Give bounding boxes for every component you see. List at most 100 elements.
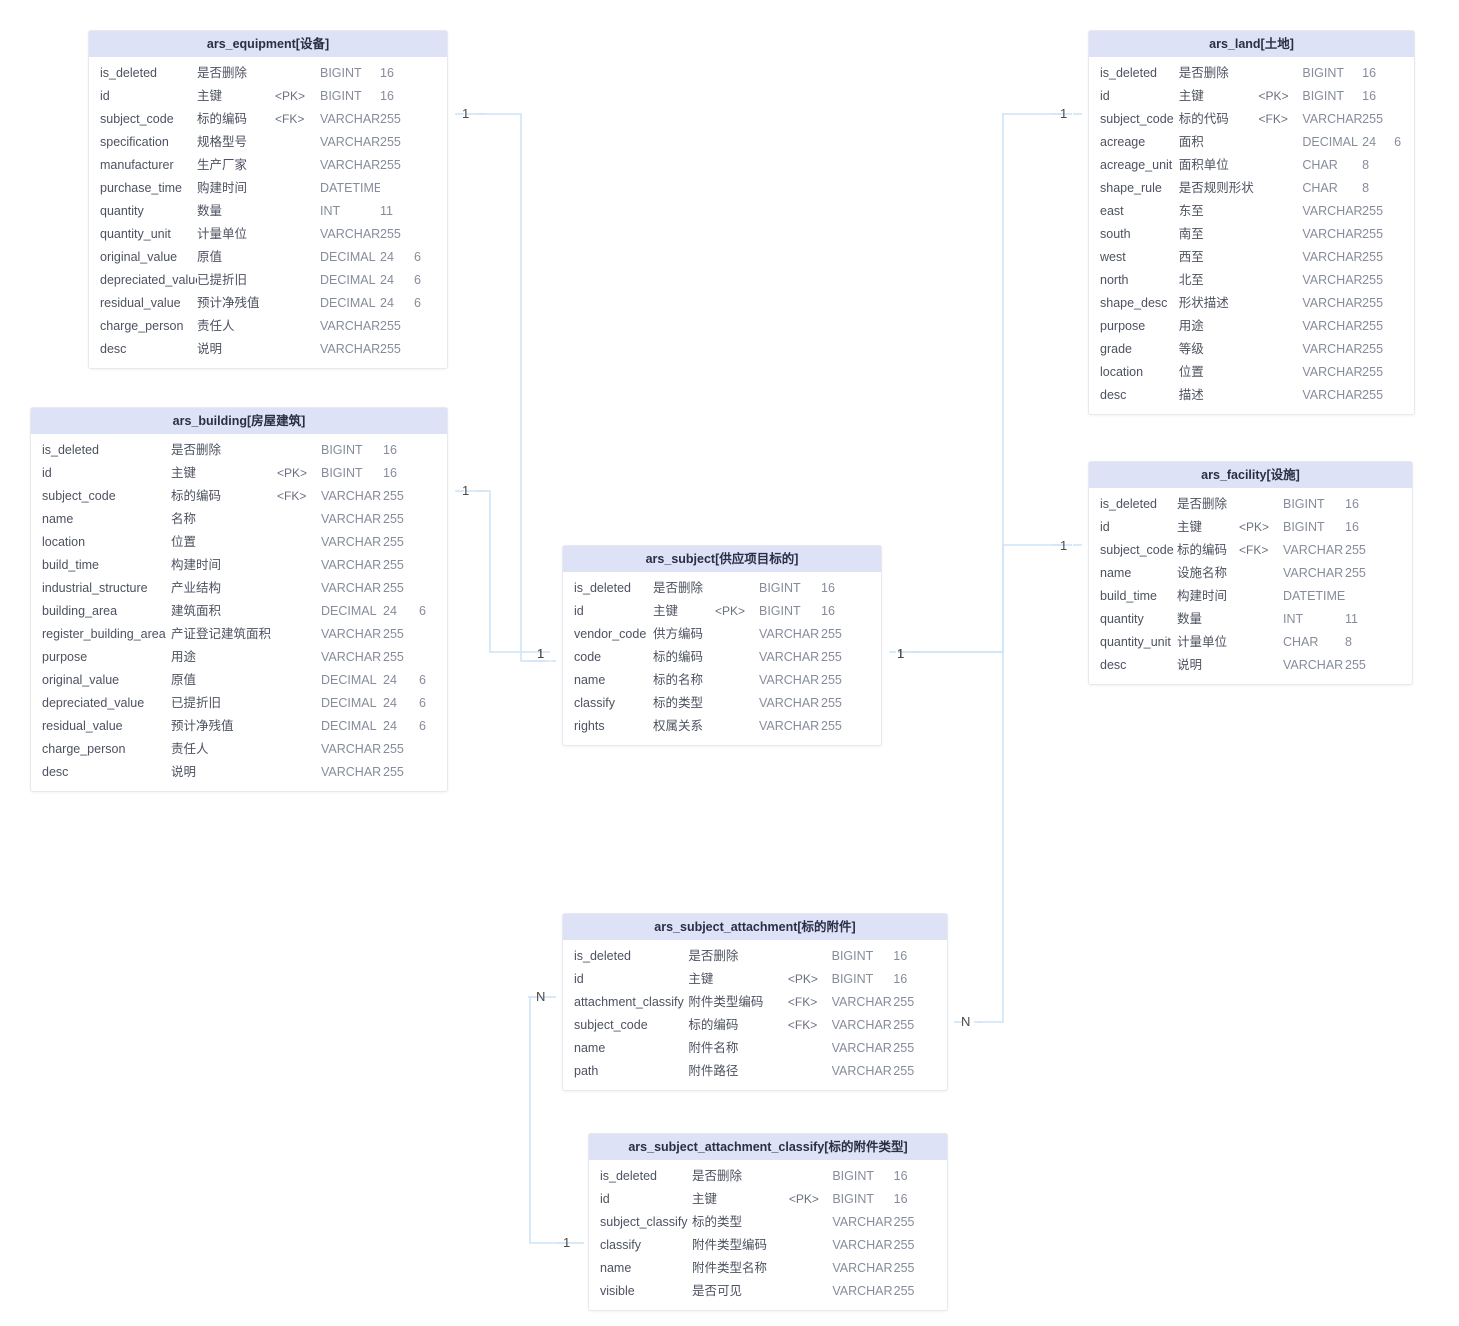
attribute-data-type: VARCHAR bbox=[321, 650, 382, 664]
attribute-field-name: visible bbox=[600, 1284, 635, 1298]
entity-ars_subject_attachment_classify[interactable]: ars_subject_attachment_classify[标的附件类型]i… bbox=[588, 1133, 948, 1311]
attribute-row[interactable]: visible 是否可见 VARCHAR 255 bbox=[589, 1280, 947, 1303]
attribute-row[interactable]: id 主键 <PK> BIGINT 16 bbox=[1089, 85, 1414, 108]
attribute-key-flag: <FK> bbox=[277, 489, 307, 503]
cardinality-label: N bbox=[536, 989, 546, 1004]
entity-ars_building[interactable]: ars_building[房屋建筑] is_deleted 是否删除 BIGINT 16… bbox=[30, 407, 448, 792]
attribute-row[interactable]: residual_value 预计净残值 DECIMAL 24 6 bbox=[31, 715, 447, 738]
attribute-row[interactable]: id 主键 <PK> BIGINT 16 bbox=[1089, 516, 1412, 539]
attribute-row[interactable]: location 位置 VARCHAR 255 bbox=[31, 531, 447, 554]
attribute-row[interactable]: id 主键 <PK> BIGINT 16 bbox=[89, 85, 447, 108]
attribute-row[interactable]: is_deleted 是否删除 BIGINT 16 bbox=[589, 1165, 947, 1188]
attribute-row[interactable]: register_building_area 产证登记建筑面积 VARCHAR 255 bbox=[31, 623, 447, 646]
attribute-row[interactable]: attachment_classify 附件类型编码 <FK> VARCHAR 255 bbox=[563, 991, 947, 1014]
attribute-row[interactable]: name 附件类型名称 VARCHAR 255 bbox=[589, 1257, 947, 1280]
attribute-row[interactable]: id 主键 <PK> BIGINT 16 bbox=[563, 968, 947, 991]
attribute-length: 255 bbox=[383, 512, 404, 526]
attribute-field-name: is_deleted bbox=[600, 1169, 657, 1183]
attribute-field-name: id bbox=[100, 89, 110, 103]
attribute-row[interactable]: id 主键 <PK> BIGINT 16 bbox=[31, 462, 447, 485]
attribute-field-name: desc bbox=[1100, 388, 1127, 402]
attribute-row[interactable]: purchase_time 购建时间 DATETIME bbox=[89, 177, 447, 200]
attribute-row[interactable]: shape_rule 是否规则形状 CHAR 8 bbox=[1089, 177, 1414, 200]
attribute-row[interactable]: original_value 原值 DECIMAL 24 6 bbox=[31, 669, 447, 692]
attribute-row[interactable]: classify 标的类型 VARCHAR 255 bbox=[563, 692, 881, 715]
attribute-row[interactable]: manufacturer 生产厂家 VARCHAR 255 bbox=[89, 154, 447, 177]
attribute-comment: 描述 bbox=[1178, 388, 1204, 402]
entity-title: ars_subject_attachment_classify[标的附件类型] bbox=[589, 1134, 947, 1160]
attribute-row[interactable]: code 标的编码 VARCHAR 255 bbox=[563, 646, 881, 669]
attribute-row[interactable]: id 主键 <PK> BIGINT 16 bbox=[589, 1188, 947, 1211]
attribute-row[interactable]: charge_person 责任人 VARCHAR 255 bbox=[31, 738, 447, 761]
attribute-row[interactable]: quantity 数量 INT 11 bbox=[1089, 608, 1412, 631]
attribute-field-name: charge_person bbox=[100, 319, 184, 333]
entity-ars_equipment[interactable]: ars_equipment[设备] is_deleted 是否删除 BIGINT 16 i… bbox=[88, 30, 448, 369]
attribute-field-name: residual_value bbox=[42, 719, 123, 733]
attribute-row[interactable]: north 北至 VARCHAR 255 bbox=[1089, 269, 1414, 292]
entity-ars_subject_attachment[interactable]: ars_subject_attachment[标的附件] is_deleted 是否… bbox=[562, 913, 948, 1091]
attribute-row[interactable]: purpose 用途 VARCHAR 255 bbox=[1089, 315, 1414, 338]
entity-ars_subject[interactable]: ars_subject[供应项目标的] is_deleted 是否删除 BIGINT 1… bbox=[562, 545, 882, 746]
entity-ars_land[interactable]: ars_land[土地] is_deleted 是否删除 BIGINT 16 id 主键 <P… bbox=[1088, 30, 1415, 415]
attribute-row[interactable]: desc 说明 VARCHAR 255 bbox=[89, 338, 447, 361]
attribute-comment: 名称 bbox=[171, 512, 197, 526]
attribute-comment: 计量单位 bbox=[1177, 635, 1228, 649]
attribute-row[interactable]: quantity_unit 计量单位 CHAR 8 bbox=[1089, 631, 1412, 654]
attribute-row[interactable]: east 东至 VARCHAR 255 bbox=[1089, 200, 1414, 223]
attribute-row[interactable]: desc 说明 VARCHAR 255 bbox=[31, 761, 447, 784]
attribute-row[interactable]: subject_code 标的编码 <FK> VARCHAR 255 bbox=[563, 1014, 947, 1037]
attribute-data-type: VARCHAR bbox=[1302, 204, 1363, 218]
attribute-row[interactable]: depreciated_value 已提折旧 DECIMAL 24 6 bbox=[89, 269, 447, 292]
entity-ars_facility[interactable]: ars_facility[设施] is_deleted 是否删除 BIGINT 16 id… bbox=[1088, 461, 1413, 685]
attribute-row[interactable]: rights 权属关系 VARCHAR 255 bbox=[563, 715, 881, 738]
attribute-row[interactable]: desc 描述 VARCHAR 255 bbox=[1089, 384, 1414, 407]
attribute-row[interactable]: shape_desc 形状描述 VARCHAR 255 bbox=[1089, 292, 1414, 315]
attribute-row[interactable]: subject_code 标的编码 <FK> VARCHAR 255 bbox=[31, 485, 447, 508]
attribute-length: 24 bbox=[380, 273, 394, 287]
attribute-row[interactable]: quantity_unit 计量单位 VARCHAR 255 bbox=[89, 223, 447, 246]
attribute-row[interactable]: grade 等级 VARCHAR 255 bbox=[1089, 338, 1414, 361]
attribute-row[interactable]: location 位置 VARCHAR 255 bbox=[1089, 361, 1414, 384]
attribute-key-flag: <PK> bbox=[275, 89, 306, 103]
attribute-row[interactable]: is_deleted 是否删除 BIGINT 16 bbox=[31, 439, 447, 462]
attribute-row[interactable]: south 南至 VARCHAR 255 bbox=[1089, 223, 1414, 246]
attribute-row[interactable]: building_area 建筑面积 DECIMAL 24 6 bbox=[31, 600, 447, 623]
attribute-row[interactable]: is_deleted 是否删除 BIGINT 16 bbox=[89, 62, 447, 85]
attribute-row[interactable]: purpose 用途 VARCHAR 255 bbox=[31, 646, 447, 669]
attribute-row[interactable]: acreage 面积 DECIMAL 24 6 bbox=[1089, 131, 1414, 154]
attribute-row[interactable]: charge_person 责任人 VARCHAR 255 bbox=[89, 315, 447, 338]
attribute-row[interactable]: subject_code 标的代码 <FK> VARCHAR 255 bbox=[1089, 108, 1414, 131]
attribute-row[interactable]: west 西至 VARCHAR 255 bbox=[1089, 246, 1414, 269]
attribute-row[interactable]: subject_classify 标的类型 VARCHAR 255 bbox=[589, 1211, 947, 1234]
attribute-row[interactable]: acreage_unit 面积单位 CHAR 8 bbox=[1089, 154, 1414, 177]
attribute-row[interactable]: specification 规格型号 VARCHAR 255 bbox=[89, 131, 447, 154]
attribute-comment: 标的编码 bbox=[197, 112, 248, 126]
attribute-data-type: BIGINT bbox=[1302, 89, 1345, 103]
attribute-row[interactable]: is_deleted 是否删除 BIGINT 16 bbox=[563, 945, 947, 968]
attribute-row[interactable]: original_value 原值 DECIMAL 24 6 bbox=[89, 246, 447, 269]
attribute-comment: 标的代码 bbox=[1178, 112, 1229, 126]
attribute-row[interactable]: name 名称 VARCHAR 255 bbox=[31, 508, 447, 531]
attribute-row[interactable]: quantity 数量 INT 11 bbox=[89, 200, 447, 223]
attribute-row[interactable]: name 附件名称 VARCHAR 255 bbox=[563, 1037, 947, 1060]
attribute-comment: 位置 bbox=[171, 535, 197, 549]
attribute-row[interactable]: subject_code 标的编码 <FK> VARCHAR 255 bbox=[1089, 539, 1412, 562]
attribute-row[interactable]: build_time 构建时间 DATETIME bbox=[1089, 585, 1412, 608]
attribute-row[interactable]: desc 说明 VARCHAR 255 bbox=[1089, 654, 1412, 677]
attribute-row[interactable]: build_time 构建时间 VARCHAR 255 bbox=[31, 554, 447, 577]
attribute-key-flag: <PK> bbox=[788, 1192, 819, 1206]
attribute-row[interactable]: vendor_code 供方编码 VARCHAR 255 bbox=[563, 623, 881, 646]
attribute-decimals: 6 bbox=[419, 696, 426, 710]
attribute-row[interactable]: classify 附件类型编码 VARCHAR 255 bbox=[589, 1234, 947, 1257]
attribute-row[interactable]: is_deleted 是否删除 BIGINT 16 bbox=[1089, 62, 1414, 85]
attribute-row[interactable]: is_deleted 是否删除 BIGINT 16 bbox=[563, 577, 881, 600]
attribute-row[interactable]: name 标的名称 VARCHAR 255 bbox=[563, 669, 881, 692]
attribute-row[interactable]: is_deleted 是否删除 BIGINT 16 bbox=[1089, 493, 1412, 516]
attribute-row[interactable]: name 设施名称 VARCHAR 255 bbox=[1089, 562, 1412, 585]
attribute-row[interactable]: subject_code 标的编码 <FK> VARCHAR 255 bbox=[89, 108, 447, 131]
attribute-row[interactable]: industrial_structure 产业结构 VARCHAR 255 bbox=[31, 577, 447, 600]
attribute-row[interactable]: path 附件路径 VARCHAR 255 bbox=[563, 1060, 947, 1083]
attribute-row[interactable]: residual_value 预计净残值 DECIMAL 24 6 bbox=[89, 292, 447, 315]
attribute-row[interactable]: depreciated_value 已提折旧 DECIMAL 24 6 bbox=[31, 692, 447, 715]
attribute-row[interactable]: id 主键 <PK> BIGINT 16 bbox=[563, 600, 881, 623]
